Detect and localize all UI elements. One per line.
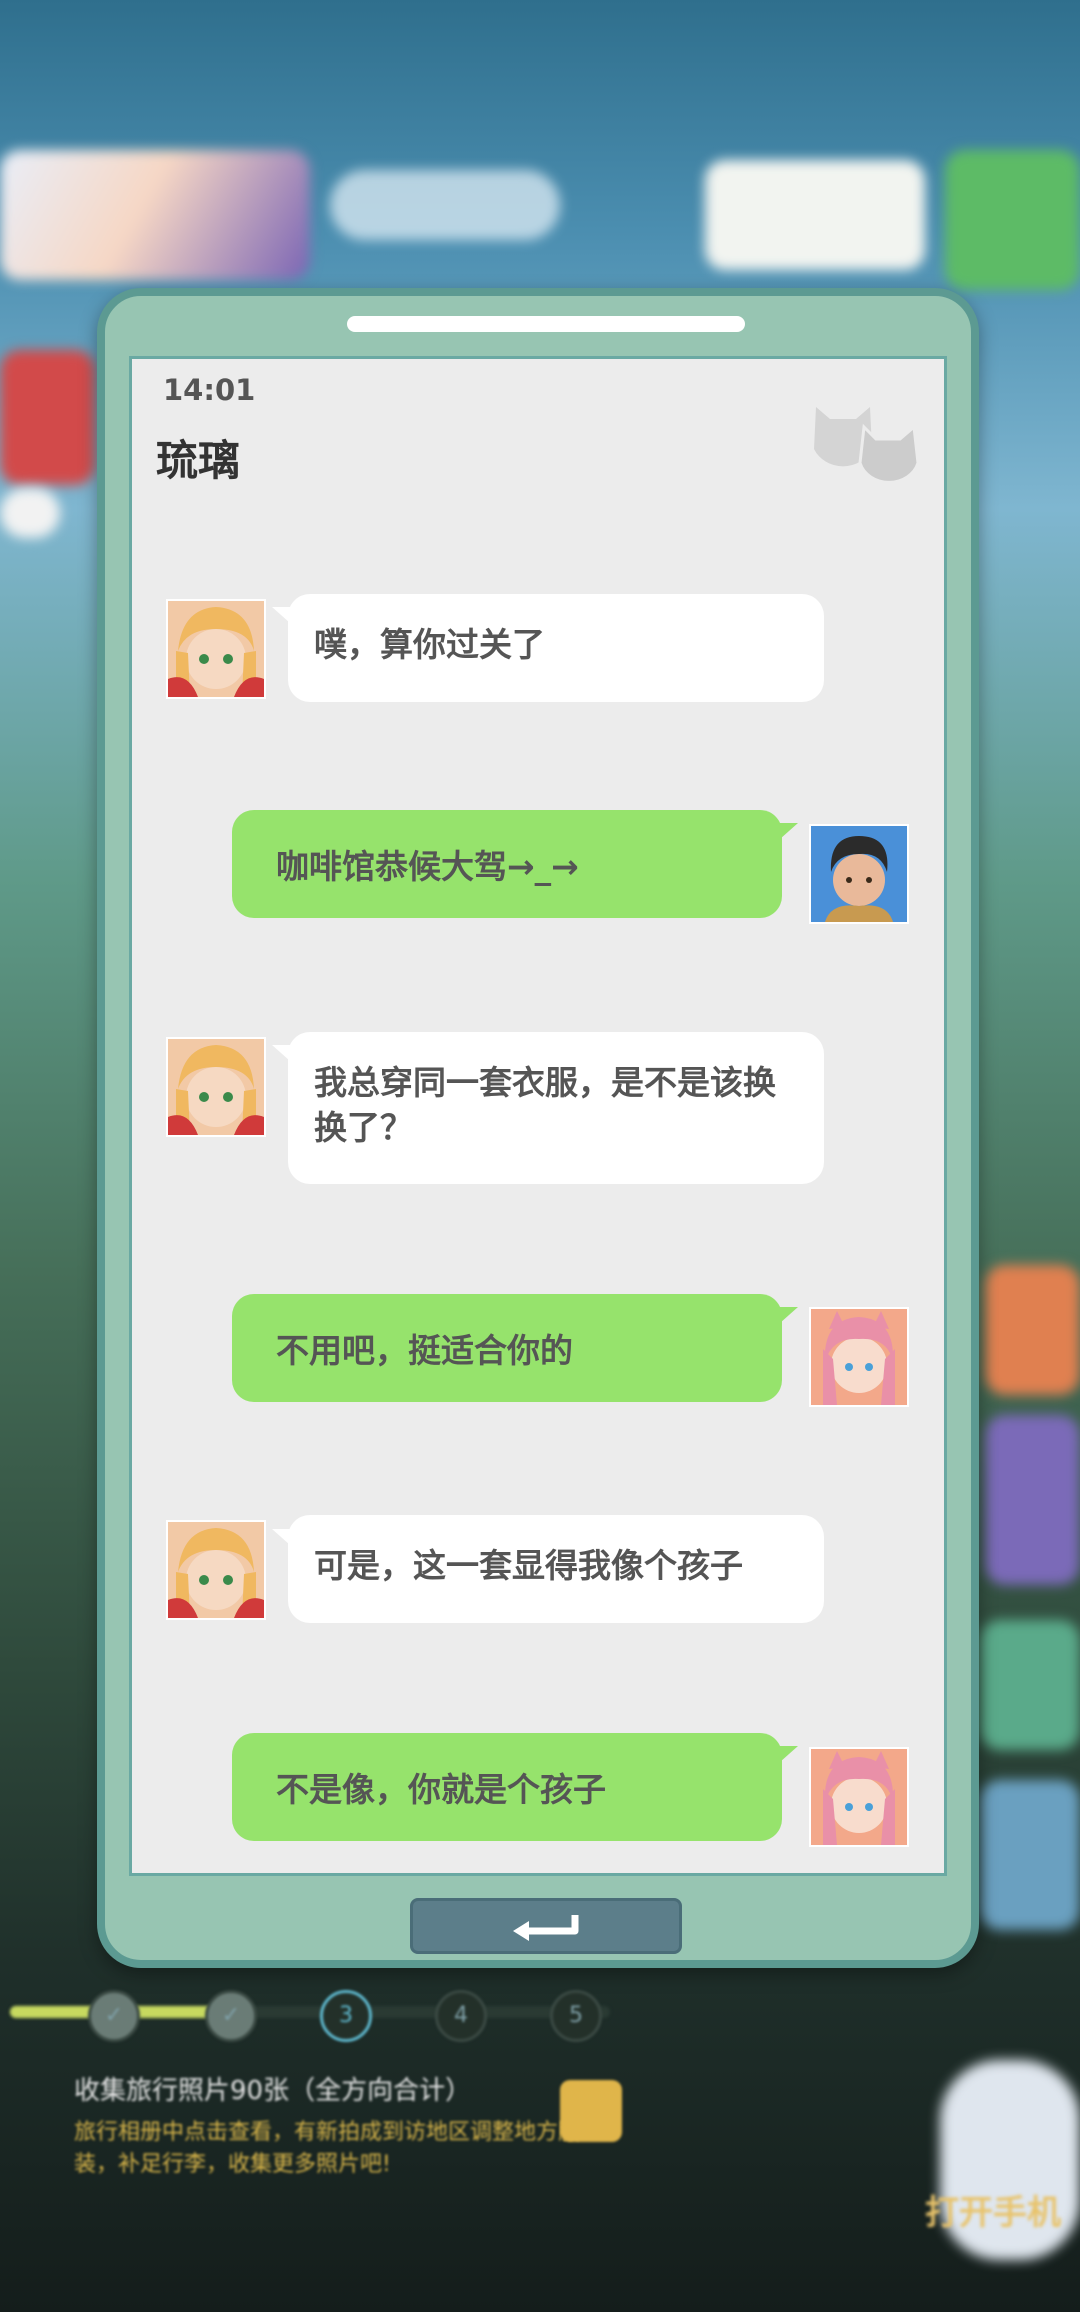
- girl-pink-avatar-icon: [811, 1309, 907, 1405]
- bubble-tail: [780, 1746, 798, 1762]
- avatar[interactable]: [809, 1747, 909, 1847]
- task-title: 收集旅行照片90张（全方向合计）: [74, 2076, 472, 2106]
- status-time: 14:01: [163, 373, 256, 407]
- avatar[interactable]: [809, 824, 909, 924]
- message-text: 我总穿同一套衣服，是不是该换换了？: [314, 1063, 776, 1147]
- background-cloud: [330, 170, 560, 240]
- open-phone-label[interactable]: 打开手机: [925, 2185, 1061, 2234]
- event-banner[interactable]: [0, 150, 310, 280]
- travel-album-button[interactable]: [945, 150, 1080, 290]
- chat-title: 琉璃: [156, 436, 241, 485]
- chat-bubble-incoming: 可是，这一套显得我像个孩子: [288, 1515, 824, 1623]
- girl-pink-avatar-icon: [811, 1749, 907, 1845]
- event-side-button[interactable]: [985, 1415, 1080, 1585]
- avatar[interactable]: [809, 1307, 909, 1407]
- chat-bubble-outgoing: 不用吧，挺适合你的: [232, 1294, 782, 1402]
- bubble-tail: [780, 823, 798, 839]
- side-pill[interactable]: [0, 488, 60, 538]
- message-text: 不用吧，挺适合你的: [276, 1331, 573, 1370]
- travel-info-panel: [705, 160, 925, 270]
- girl-blonde-avatar-icon: [168, 601, 264, 697]
- avatar[interactable]: [166, 1037, 266, 1137]
- chat-bubble-incoming: 噗，算你过关了: [288, 594, 824, 702]
- girl-blonde-avatar-icon: [168, 1039, 264, 1135]
- task-description: 旅行相册中点击查看，有新拍成到访地区调整地方服装，补足行李，收集更多照片吧!: [74, 2120, 581, 2177]
- video-button[interactable]: [980, 1620, 1080, 1750]
- phone-side-button[interactable]: [980, 1780, 1080, 1930]
- cats-icon: [814, 407, 920, 484]
- step-node-3: 3: [320, 1990, 372, 2042]
- chat-bubble-outgoing: 咖啡馆恭候大驾→_→: [232, 810, 782, 918]
- game-screen: ✓ ✓ 3 4 5 收集旅行照片90张（全方向合计） 旅行相册中点击查看，有新拍…: [0, 0, 1080, 2312]
- message-text: 不是像，你就是个孩子: [276, 1770, 606, 1809]
- phone-frame: 14:01 琉璃 噗，算你过关了 咖啡馆恭候大驾→_→ 我总穿同一套衣服，是不是…: [97, 288, 979, 1968]
- step-node-2: ✓: [205, 1990, 257, 2042]
- task-panel: 收集旅行照片90张（全方向合计） 旅行相册中点击查看，有新拍成到访地区调整地方服…: [30, 2070, 630, 2181]
- message-text: 可是，这一套显得我像个孩子: [314, 1546, 743, 1585]
- chat-bubble-incoming: 我总穿同一套衣服，是不是该换换了？: [288, 1032, 824, 1184]
- phone-speaker: [347, 316, 745, 332]
- flight-button[interactable]: [985, 1265, 1080, 1395]
- boy-avatar-icon: [811, 826, 907, 922]
- girl-blonde-avatar-icon: [168, 1522, 264, 1618]
- side-banner[interactable]: [0, 350, 95, 485]
- step-node-1: ✓: [88, 1990, 140, 2042]
- bubble-tail: [780, 1307, 798, 1323]
- message-text: 咖啡馆恭候大驾→_→: [276, 847, 579, 886]
- task-icon[interactable]: [560, 2080, 622, 2142]
- chat-bubble-outgoing: 不是像，你就是个孩子: [232, 1733, 782, 1841]
- back-button[interactable]: [410, 1898, 682, 1954]
- avatar[interactable]: [166, 599, 266, 699]
- message-text: 噗，算你过关了: [314, 625, 545, 664]
- chat-screen: 14:01 琉璃 噗，算你过关了 咖啡馆恭候大驾→_→ 我总穿同一套衣服，是不是…: [129, 356, 947, 1876]
- avatar[interactable]: [166, 1520, 266, 1620]
- step-node-4: 4: [435, 1990, 487, 2042]
- return-arrow-icon: [513, 1915, 579, 1941]
- step-node-5: 5: [550, 1990, 602, 2042]
